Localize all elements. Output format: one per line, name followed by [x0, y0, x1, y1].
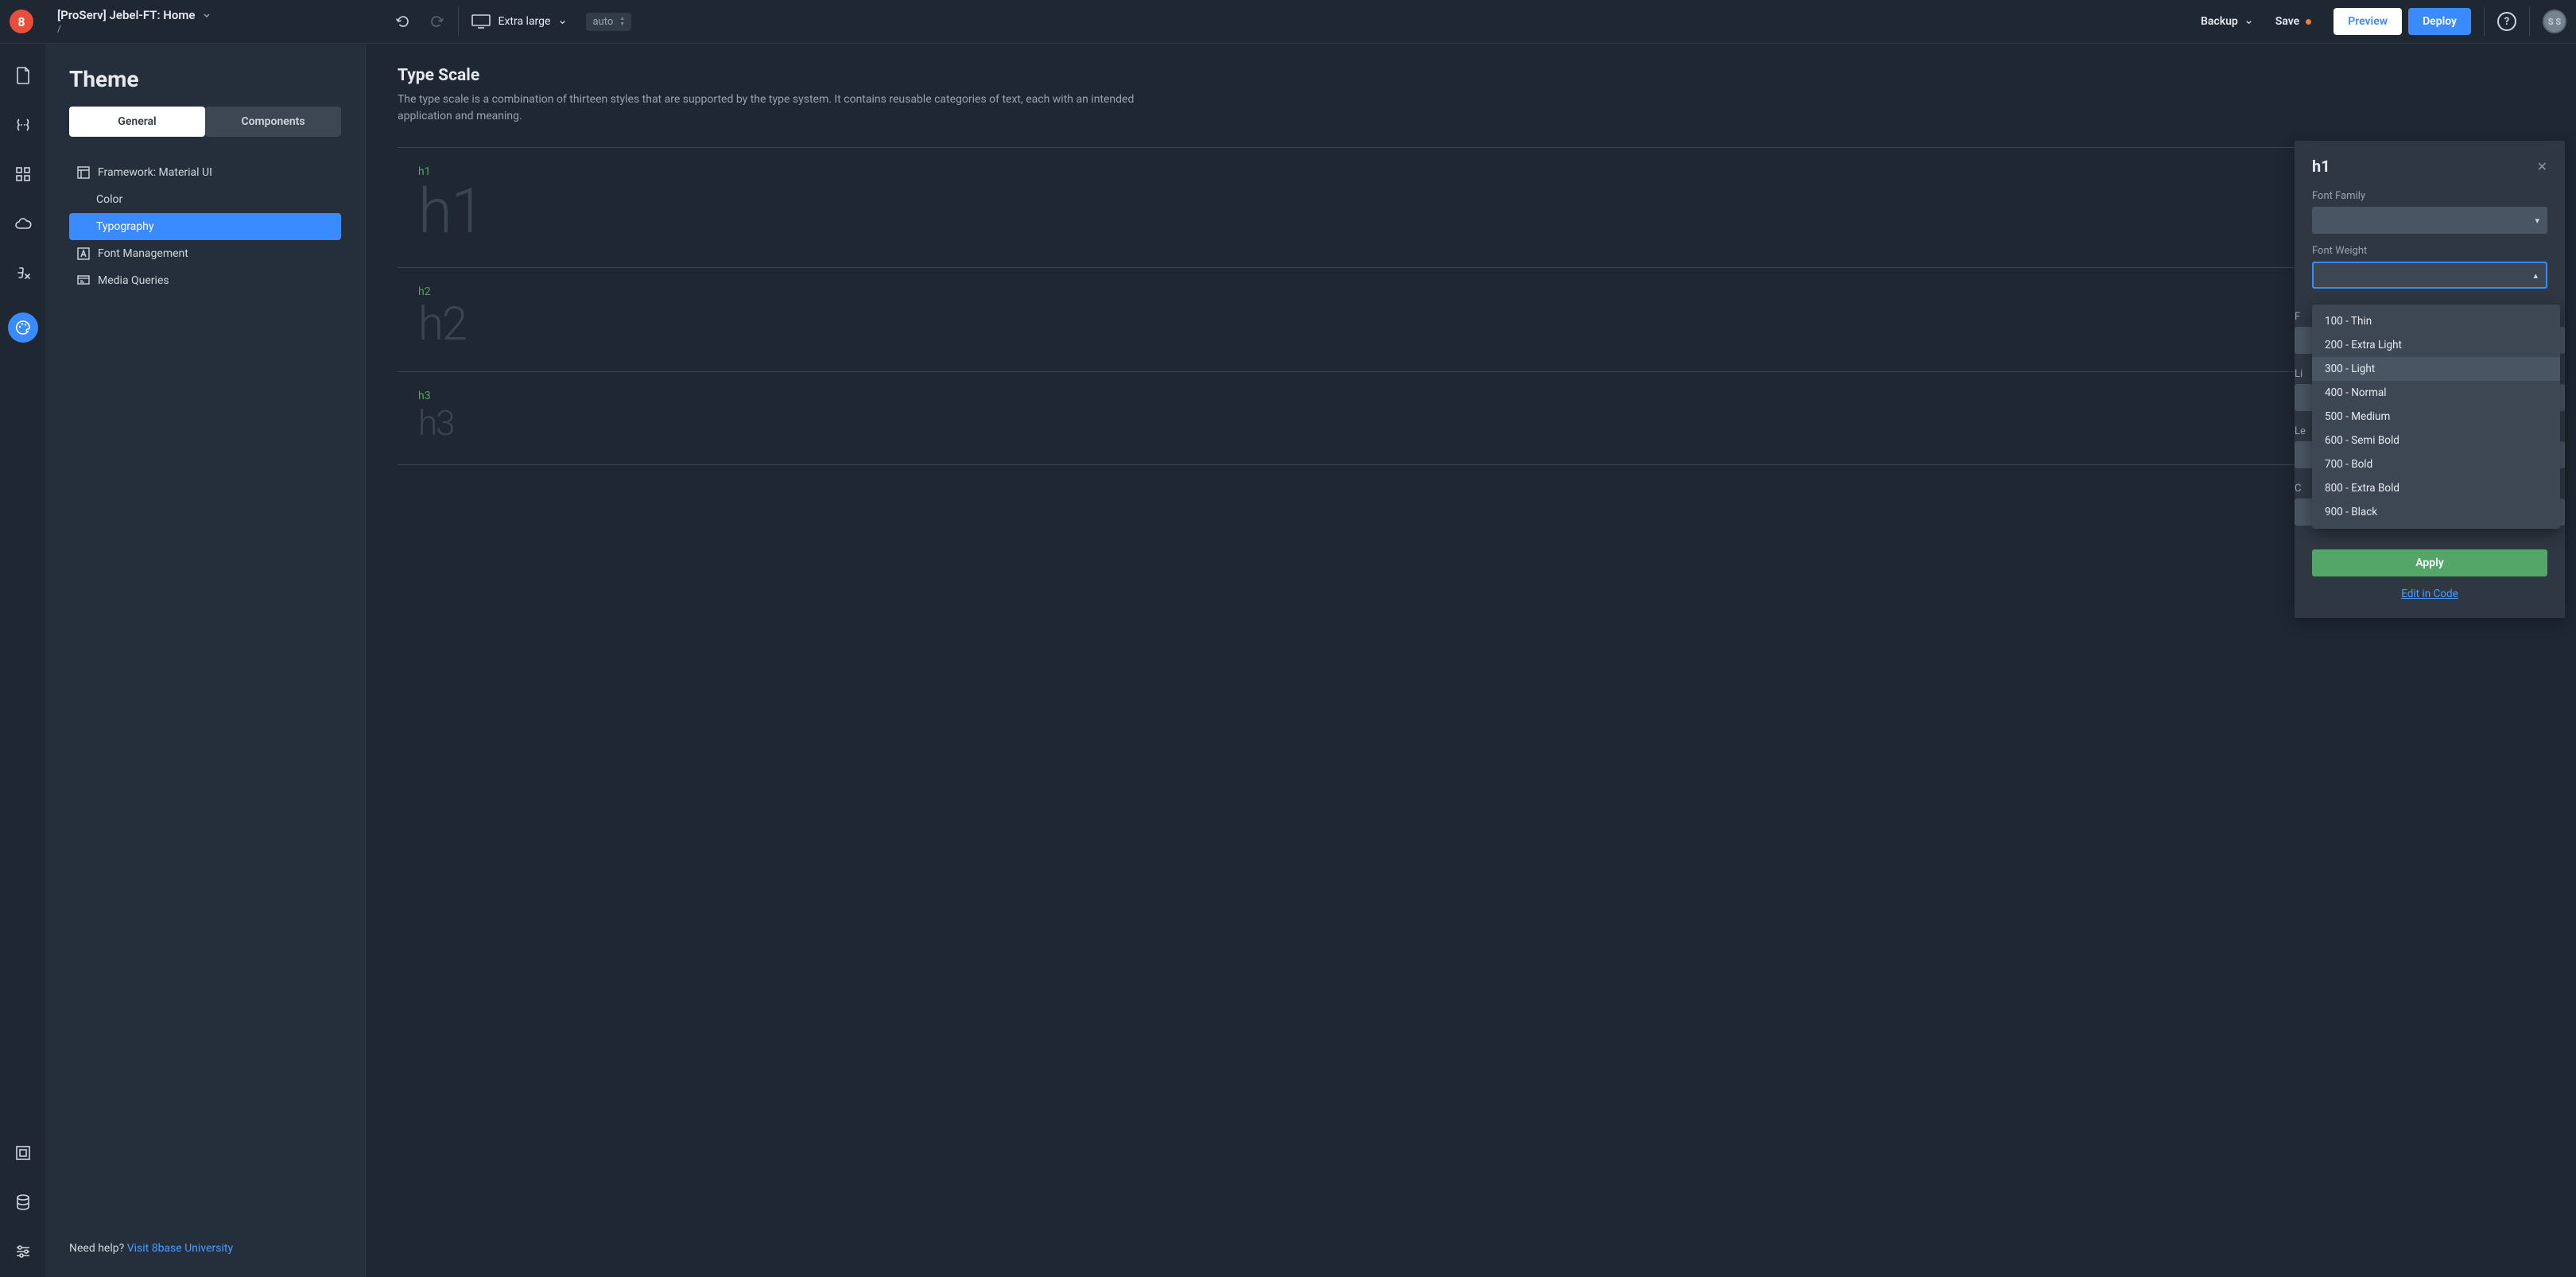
- nav-list: Framework: Material UI Color Typography …: [45, 137, 365, 294]
- media-icon: [77, 274, 90, 287]
- backup-menu[interactable]: Backup: [2201, 15, 2253, 28]
- functions-icon[interactable]: [14, 263, 33, 282]
- edit-in-code-link[interactable]: Edit in Code: [2401, 588, 2458, 600]
- zoom-input[interactable]: auto ▲▼: [586, 13, 631, 31]
- footer-link[interactable]: Visit 8base University: [127, 1242, 233, 1255]
- zoom-value: auto: [592, 16, 613, 28]
- backup-label: Backup: [2201, 15, 2238, 28]
- help-icon[interactable]: ?: [2497, 12, 2516, 31]
- nav-label: Font Management: [98, 247, 188, 260]
- letter-spacing-label: Le: [2295, 425, 2306, 437]
- unsaved-dot-icon: [2306, 19, 2311, 25]
- font-weight-label: Font Weight: [2312, 245, 2547, 257]
- divider: [2529, 7, 2530, 36]
- database-icon[interactable]: [14, 1193, 33, 1212]
- save-button[interactable]: Save: [2275, 15, 2311, 28]
- typescale-label: h2: [418, 285, 2544, 298]
- redo-icon[interactable]: [428, 13, 445, 30]
- theme-panel: Theme General Components Framework: Mate…: [45, 44, 366, 1277]
- desktop-icon: [471, 14, 491, 29]
- stepper-arrows[interactable]: ▲▼: [619, 16, 625, 27]
- cloud-icon[interactable]: [14, 214, 33, 233]
- font-family-label: Font Family: [2312, 190, 2547, 202]
- page-title: [ProServ] Jebel-FT: Home: [57, 8, 196, 22]
- typescale-sample: h2: [418, 301, 2544, 347]
- close-icon[interactable]: ✕: [2537, 159, 2547, 174]
- section-description: The type scale is a combination of thirt…: [398, 91, 1161, 125]
- typescale-row-h3[interactable]: h3 h3: [398, 371, 2544, 464]
- title-block: [ProServ] Jebel-FT: Home /: [57, 8, 211, 34]
- nav-item-framework[interactable]: Framework: Material UI: [69, 159, 341, 186]
- settings-icon[interactable]: [14, 1242, 33, 1261]
- app-logo[interactable]: 8: [10, 10, 33, 33]
- theme-icon[interactable]: [8, 312, 38, 343]
- main-area: Theme General Components Framework: Mate…: [0, 44, 2576, 1277]
- inspector-panel: h1 ✕ Font Family ▾ Font Weight ▴ F Li Le…: [2295, 141, 2565, 618]
- color-label: C: [2295, 483, 2301, 495]
- inspector-title: h1: [2312, 157, 2330, 176]
- pages-icon[interactable]: [14, 66, 33, 85]
- chevron-down-icon[interactable]: [202, 10, 211, 20]
- viewport-label: Extra large: [499, 15, 551, 28]
- panel-tabs: General Components: [45, 107, 365, 137]
- state-icon[interactable]: [14, 115, 33, 134]
- framework-icon: [77, 166, 90, 179]
- font-icon: [77, 247, 90, 260]
- font-weight-option[interactable]: 200 - Extra Light: [2312, 333, 2560, 357]
- typescale-row-h1[interactable]: h1 h1: [398, 147, 2544, 267]
- panel-footer: Need help? Visit 8base University: [45, 1242, 365, 1277]
- tab-general[interactable]: General: [69, 107, 205, 137]
- chevron-down-icon: ▾: [2535, 215, 2539, 226]
- typescale-sample: h3: [418, 406, 2544, 441]
- chevron-down-icon: [2244, 17, 2253, 26]
- avatar[interactable]: S S: [2543, 10, 2566, 33]
- typescale-sample: h1: [418, 181, 2544, 243]
- viewport-selector[interactable]: Extra large auto ▲▼: [471, 13, 632, 31]
- breadcrumb: /: [57, 23, 211, 34]
- nav-item-typography[interactable]: Typography: [69, 213, 341, 240]
- assets-icon[interactable]: [14, 1143, 33, 1162]
- font-weight-option[interactable]: 700 - Bold: [2312, 452, 2560, 476]
- nav-label: Framework: Material UI: [98, 166, 212, 179]
- font-weight-option[interactable]: 100 - Thin: [2312, 309, 2560, 333]
- font-weight-option[interactable]: 300 - Light: [2312, 357, 2560, 381]
- font-weight-option[interactable]: 800 - Extra Bold: [2312, 476, 2560, 500]
- font-weight-dropdown: 100 - Thin200 - Extra Light300 - Light40…: [2312, 305, 2560, 529]
- components-icon[interactable]: [14, 165, 33, 184]
- nav-item-media-queries[interactable]: Media Queries: [69, 267, 341, 294]
- divider: [458, 7, 459, 36]
- font-weight-select[interactable]: ▴: [2312, 262, 2547, 289]
- font-weight-option[interactable]: 500 - Medium: [2312, 405, 2560, 429]
- nav-label: Typography: [96, 220, 153, 233]
- font-weight-option[interactable]: 900 - Black: [2312, 500, 2560, 524]
- panel-title: Theme: [45, 66, 365, 107]
- nav-label: Color: [96, 193, 122, 206]
- chevron-down-icon: [558, 17, 567, 26]
- content-area: Type Scale The type scale is a combinati…: [366, 44, 2576, 1277]
- side-rail: [0, 44, 45, 1277]
- typescale-row-h2[interactable]: h2 h2: [398, 267, 2544, 371]
- save-label: Save: [2275, 15, 2299, 28]
- nav-item-font-management[interactable]: Font Management: [69, 240, 341, 267]
- divider: [2484, 7, 2485, 36]
- top-bar: 8 [ProServ] Jebel-FT: Home / Extra large…: [0, 0, 2576, 44]
- preview-button[interactable]: Preview: [2334, 8, 2402, 35]
- typescale-label: h3: [418, 390, 2544, 402]
- line-height-label: Li: [2295, 368, 2302, 380]
- font-weight-option[interactable]: 400 - Normal: [2312, 381, 2560, 405]
- nav-item-color[interactable]: Color: [69, 186, 341, 213]
- deploy-button[interactable]: Deploy: [2408, 8, 2471, 35]
- undo-icon[interactable]: [394, 13, 412, 30]
- section-title: Type Scale: [398, 66, 2544, 85]
- chevron-up-icon: ▴: [2533, 270, 2538, 281]
- font-size-label: F: [2295, 311, 2300, 323]
- font-weight-option[interactable]: 600 - Semi Bold: [2312, 429, 2560, 452]
- footer-text: Need help?: [69, 1242, 127, 1255]
- nav-label: Media Queries: [98, 274, 169, 287]
- tab-components[interactable]: Components: [205, 107, 341, 137]
- font-family-select[interactable]: ▾: [2312, 207, 2547, 234]
- apply-button[interactable]: Apply: [2312, 549, 2547, 576]
- typescale-label: h1: [418, 165, 2544, 178]
